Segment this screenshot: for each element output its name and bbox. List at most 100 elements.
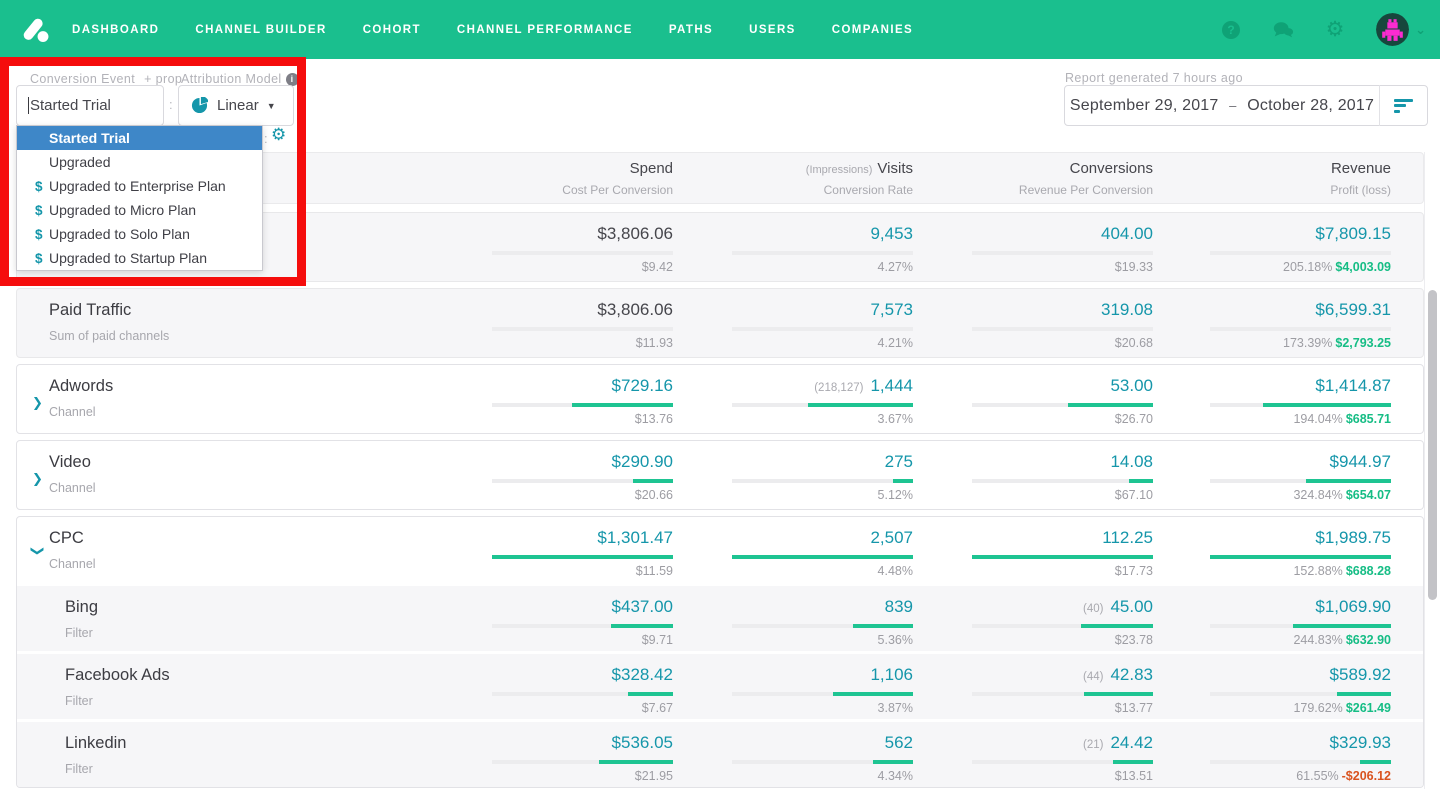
metric-value[interactable]: 45.00 [1110,597,1153,617]
share-bar-fill [1293,624,1391,628]
metric-value-line: $1,301.47 [597,528,673,548]
metric-value-line: 1,106 [870,665,913,685]
nav-item-cohort[interactable]: COHORT [363,24,421,36]
date-range-picker[interactable]: September 29, 2017 – October 28, 2017 [1064,85,1428,126]
row-name[interactable]: CPC [49,529,433,548]
share-bar [1210,479,1391,483]
share-bar-fill [633,479,673,483]
help-icon[interactable]: ? [1220,19,1242,41]
metric-value[interactable]: $944.97 [1330,452,1391,472]
metric-value[interactable]: 14.08 [1110,452,1153,472]
profit-percent: 179.62% [1293,701,1343,715]
settings-gear-icon[interactable]: ⚙ [1324,19,1346,41]
metric-value[interactable]: 562 [885,733,913,753]
dropdown-item[interactable]: $ Upgraded to Startup Plan [17,246,262,270]
metric-value[interactable]: 42.83 [1110,665,1153,685]
table-row: Paid Traffic Sum of paid channels $3,806.0… [17,289,1423,357]
metric-value[interactable]: $1,414.87 [1315,376,1391,396]
conversion-event-input[interactable]: Started Trial [16,85,164,126]
metric-value[interactable]: $1,301.47 [597,528,673,548]
table-row: ❯ Adwords Channel $729.16 $13.76 (218,127) 1,4… [17,365,1423,433]
row-name[interactable]: Linkedin [65,734,433,753]
metric-value[interactable]: 2,507 [870,528,913,548]
share-bar [732,327,913,331]
row-settings-gear-icon[interactable]: ⚙ [271,125,286,145]
metric-value[interactable]: 319.08 [1101,300,1153,320]
chat-icon[interactable] [1272,19,1294,41]
metric-value[interactable]: 7,573 [870,300,913,320]
metric-value[interactable]: 404.00 [1101,224,1153,244]
metric-cell: $1,069.90 244.83% $632.90 [1153,586,1391,651]
metric-sub: $20.68 [1114,336,1153,350]
metric-sub: $13.51 [1114,769,1153,783]
metric-value[interactable]: $329.93 [1330,733,1391,753]
nav-item-channel-performance[interactable]: CHANNEL PERFORMANCE [457,24,633,36]
metric-value[interactable]: 53.00 [1110,376,1153,396]
row-name[interactable]: Facebook Ads [65,666,433,685]
row-name[interactable]: Video [49,453,433,472]
metric-value[interactable]: $437.00 [612,597,673,617]
share-bar [732,251,913,255]
metric-value-line: $589.92 [1330,665,1391,685]
metric-cell: $536.05 $21.95 [433,722,673,787]
dropdown-item[interactable]: $ Upgraded to Solo Plan [17,222,262,246]
metric-value[interactable]: $6,599.31 [1315,300,1391,320]
column-title: Spend [629,159,673,177]
metric-value[interactable]: 839 [885,597,913,617]
share-bar [972,555,1153,559]
metric-value[interactable]: 1,444 [870,376,913,396]
secondary-count: (44) [1083,671,1104,683]
metric-value[interactable]: 275 [885,452,913,472]
dropdown-item[interactable]: Upgraded [17,150,262,174]
metric-value[interactable]: $589.92 [1330,665,1391,685]
nav-item-dashboard[interactable]: DASHBOARD [72,24,159,36]
metric-value[interactable]: 9,453 [870,224,913,244]
metric-value[interactable]: 24.42 [1110,733,1153,753]
filter-icon[interactable] [1380,96,1427,115]
metric-sub: 4.48% [877,564,913,578]
metric-value[interactable]: $1,989.75 [1315,528,1391,548]
nav-item-companies[interactable]: COMPANIES [832,24,913,36]
row-name: Paid Traffic [49,301,132,319]
metric-cell: $944.97 324.84% $654.07 [1153,441,1391,509]
metric-cell: 562 4.34% [673,722,913,787]
separator-colon: : [169,97,173,112]
dropdown-item[interactable]: $ Upgraded to Enterprise Plan [17,174,262,198]
account-chevron-down-icon[interactable]: ⌄ [1415,22,1426,38]
metric-value[interactable]: $328.42 [612,665,673,685]
column-subtitle: Profit (loss) [1330,182,1391,197]
metric-cell: $3,806.06 $9.42 [433,213,673,281]
row-name[interactable]: Adwords [49,377,433,396]
share-bar [972,624,1153,628]
metric-value[interactable]: $7,809.15 [1315,224,1391,244]
metric-value[interactable]: 1,106 [870,665,913,685]
metric-cell: $290.90 $20.66 [433,441,673,509]
metric-value[interactable]: $1,069.90 [1315,597,1391,617]
info-icon[interactable]: i [285,72,299,86]
metric-value[interactable]: $536.05 [612,733,673,753]
scrollbar-thumb[interactable] [1428,290,1437,600]
nav-item-users[interactable]: USERS [749,24,796,36]
metric-value[interactable]: $290.90 [612,452,673,472]
metric-value[interactable]: $729.16 [612,376,673,396]
nav-item-channel-builder[interactable]: CHANNEL BUILDER [195,24,326,36]
row-name[interactable]: Bing [65,598,433,617]
metric-value[interactable]: 112.25 [1102,528,1153,548]
share-bar-fill [1067,403,1153,407]
chevron-right-icon[interactable]: ❯ [32,471,43,487]
user-avatar[interactable] [1376,13,1410,46]
chevron-down-icon[interactable]: ❯ [29,546,45,557]
app-logo-icon[interactable] [18,13,52,47]
metric-cell: $3,806.06 $11.93 [433,289,673,357]
scrollbar-track[interactable] [1424,140,1440,789]
add-prop-link[interactable]: + prop [144,72,182,86]
share-bar [1210,251,1391,255]
dropdown-item[interactable]: Started Trial [17,126,262,150]
attribution-model-select[interactable]: Linear ▼ [178,85,294,126]
nav-item-paths[interactable]: PATHS [669,24,713,36]
metric-cell: (21) 24.42 $13.51 [913,722,1153,787]
dropdown-item[interactable]: $ Upgraded to Micro Plan [17,198,262,222]
profit-percent: 173.39% [1283,336,1333,350]
chevron-right-icon[interactable]: ❯ [32,395,43,411]
dropdown-item-label: Upgraded to Solo Plan [49,226,190,242]
